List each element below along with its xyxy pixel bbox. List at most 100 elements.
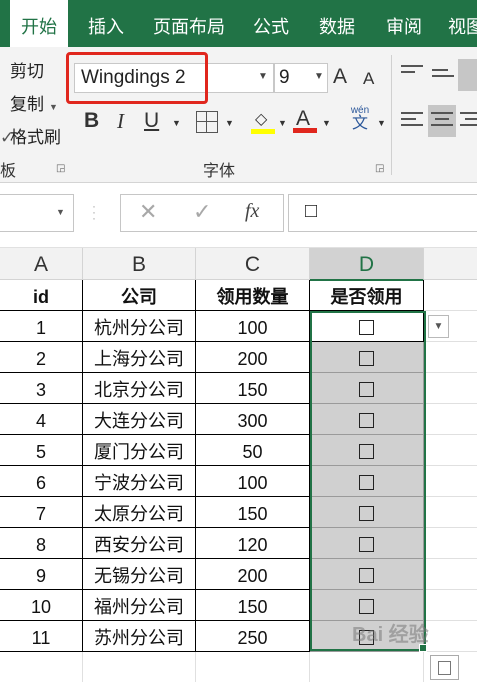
company-cell[interactable]: 太原分公司 xyxy=(83,497,196,528)
cut-button[interactable]: 剪切 xyxy=(0,57,44,82)
font-color-dropdown-icon[interactable]: ▼ xyxy=(322,118,331,128)
align-left-icon[interactable] xyxy=(401,109,423,133)
company-cell[interactable]: 厦门分公司 xyxy=(83,435,196,466)
tab-page-layout[interactable]: 页面布局 xyxy=(153,0,225,47)
align-right-icon[interactable] xyxy=(460,109,477,133)
id-cell[interactable]: 10 xyxy=(0,590,83,621)
font-color-button[interactable]: A xyxy=(293,105,317,135)
id-cell[interactable]: 1 xyxy=(0,311,83,342)
align-middle-icon[interactable] xyxy=(432,67,454,85)
font-group-label: 字体 xyxy=(203,163,236,180)
align-center-icon[interactable] xyxy=(428,105,456,137)
cancel-icon[interactable]: ✕ xyxy=(139,199,157,225)
id-cell[interactable]: 8 xyxy=(0,528,83,559)
quantity-cell[interactable]: 100 xyxy=(196,311,310,342)
id-cell[interactable]: 3 xyxy=(0,373,83,404)
copy-button[interactable]: 复制 ▼ xyxy=(0,90,58,115)
font-launcher-icon[interactable]: ◲ xyxy=(375,163,384,174)
empty-cell[interactable] xyxy=(424,435,477,466)
id-cell[interactable]: 6 xyxy=(0,466,83,497)
quantity-cell[interactable]: 150 xyxy=(196,373,310,404)
formula-content: □ xyxy=(305,200,318,222)
quantity-cell[interactable]: 250 xyxy=(196,621,310,652)
company-cell[interactable]: 无锡分公司 xyxy=(83,559,196,590)
underline-button[interactable]: U xyxy=(144,109,159,133)
tab-review[interactable]: 审阅 xyxy=(386,0,422,47)
name-box[interactable]: ▼ xyxy=(0,194,74,232)
header-cell[interactable]: id xyxy=(0,280,83,311)
tab-formulas[interactable]: 公式 xyxy=(253,0,289,47)
font-dropdown-icon[interactable]: ▼ xyxy=(258,71,268,82)
chevron-down-icon[interactable]: ▼ xyxy=(56,207,65,217)
empty-cell[interactable] xyxy=(424,404,477,435)
id-cell[interactable]: 7 xyxy=(0,497,83,528)
company-cell[interactable]: 大连分公司 xyxy=(83,404,196,435)
company-cell[interactable]: 宁波分公司 xyxy=(83,466,196,497)
column-header-d[interactable]: D xyxy=(310,248,424,281)
align-top-icon[interactable] xyxy=(401,63,423,81)
quantity-cell[interactable]: 200 xyxy=(196,342,310,373)
tab-data[interactable]: 数据 xyxy=(319,0,355,47)
bold-button[interactable]: B xyxy=(84,109,99,133)
font-size-dropdown-icon[interactable]: ▼ xyxy=(314,71,324,82)
quantity-cell[interactable]: 150 xyxy=(196,590,310,621)
quantity-cell[interactable]: 300 xyxy=(196,404,310,435)
empty-cell[interactable] xyxy=(424,559,477,590)
company-cell[interactable]: 北京分公司 xyxy=(83,373,196,404)
tab-home[interactable]: 开始 xyxy=(10,0,68,47)
empty-cell[interactable] xyxy=(424,373,477,404)
tab-view[interactable]: 视图 xyxy=(448,0,477,47)
clipboard-launcher-icon[interactable]: ◲ xyxy=(56,163,65,174)
column-header-b[interactable]: B xyxy=(83,248,196,280)
phonetic-dropdown-icon[interactable]: ▼ xyxy=(377,118,386,128)
header-cell[interactable]: 公司 xyxy=(83,280,196,311)
fill-color-button[interactable]: ◇ xyxy=(251,107,275,135)
formula-input[interactable]: □ xyxy=(288,194,477,232)
border-button[interactable] xyxy=(196,111,218,133)
id-cell[interactable]: 2 xyxy=(0,342,83,373)
underline-dropdown-icon[interactable]: ▼ xyxy=(172,118,181,128)
id-cell[interactable]: 11 xyxy=(0,621,83,652)
format-painter-button[interactable]: ✓格式刷 xyxy=(0,123,61,148)
shrink-font-button[interactable]: A xyxy=(363,69,374,89)
quantity-cell[interactable]: 120 xyxy=(196,528,310,559)
empty-cell[interactable] xyxy=(424,528,477,559)
align-bottom-icon[interactable] xyxy=(458,59,477,91)
empty-cell[interactable] xyxy=(424,497,477,528)
empty-cell[interactable] xyxy=(424,621,477,652)
company-cell[interactable]: 福州分公司 xyxy=(83,590,196,621)
line xyxy=(401,65,423,67)
quick-analysis-icon[interactable] xyxy=(430,655,459,680)
column-header-e[interactable] xyxy=(424,248,477,280)
border-grid-hline xyxy=(197,121,217,122)
quantity-cell[interactable]: 150 xyxy=(196,497,310,528)
empty-cell[interactable] xyxy=(424,280,477,311)
id-cell[interactable]: 4 xyxy=(0,404,83,435)
column-header-a[interactable]: A xyxy=(0,248,83,280)
id-cell[interactable]: 5 xyxy=(0,435,83,466)
phonetic-button[interactable]: wén 文 xyxy=(347,105,373,135)
company-cell[interactable]: 杭州分公司 xyxy=(83,311,196,342)
empty-cell[interactable] xyxy=(424,342,477,373)
empty-cell[interactable] xyxy=(424,466,477,497)
quantity-cell[interactable]: 100 xyxy=(196,466,310,497)
insert-function-button[interactable]: fx xyxy=(245,200,259,223)
quantity-cell[interactable]: 50 xyxy=(196,435,310,466)
validation-dropdown-icon[interactable]: ▼ xyxy=(428,315,449,338)
header-cell[interactable]: 领用数量 xyxy=(196,280,310,311)
border-dropdown-icon[interactable]: ▼ xyxy=(225,118,234,128)
empty-cell[interactable] xyxy=(424,590,477,621)
italic-button[interactable]: I xyxy=(117,109,124,134)
quantity-cell[interactable]: 200 xyxy=(196,559,310,590)
column-header-c[interactable]: C xyxy=(196,248,310,280)
chevron-down-icon[interactable]: ▼ xyxy=(49,102,58,112)
id-cell[interactable]: 9 xyxy=(0,559,83,590)
tab-insert[interactable]: 插入 xyxy=(88,0,124,47)
header-cell[interactable]: 是否领用 xyxy=(310,280,424,311)
company-cell[interactable]: 苏州分公司 xyxy=(83,621,196,652)
enter-icon[interactable]: ✓ xyxy=(193,199,211,225)
company-cell[interactable]: 西安分公司 xyxy=(83,528,196,559)
company-cell[interactable]: 上海分公司 xyxy=(83,342,196,373)
grow-font-button[interactable]: A xyxy=(333,65,347,89)
fill-color-dropdown-icon[interactable]: ▼ xyxy=(278,118,287,128)
